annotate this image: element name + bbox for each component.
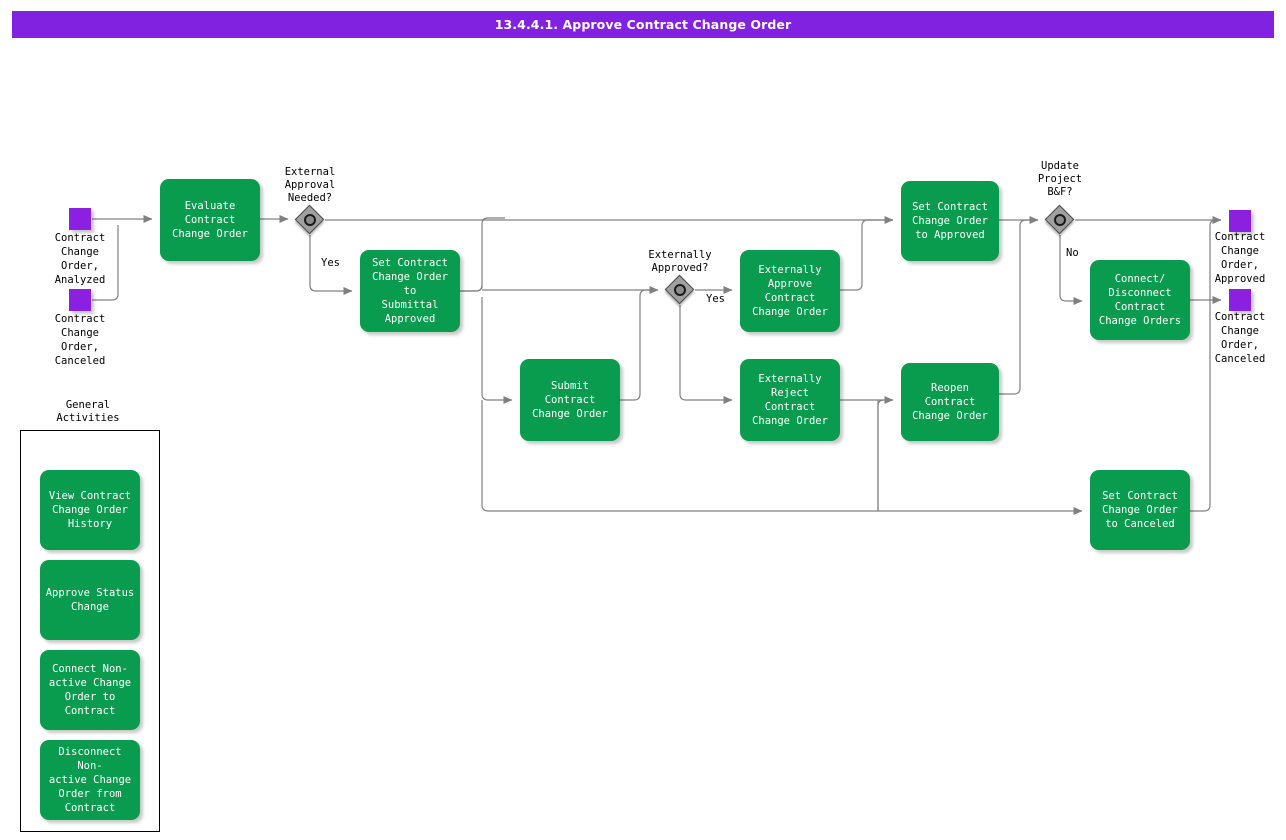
edge-label-no-update-project-bf: No <box>1066 247 1079 259</box>
connector-layer <box>92 215 1222 515</box>
gateway-update-project-bf[interactable] <box>1044 204 1075 235</box>
general-activity-label: Connect Non- active Change Order to Cont… <box>48 663 132 717</box>
page-title: 13.4.4.1. Approve Contract Change Order <box>494 17 792 32</box>
page-title-bar: 13.4.4.1. Approve Contract Change Order <box>12 11 1274 38</box>
general-activities-title: General Activities <box>56 399 120 424</box>
general-activity-disconnect-nonactive-change-order-from-contract[interactable]: Disconnect Non- active Change Order from… <box>40 740 140 820</box>
task-label: Reopen Contract Change Order <box>912 382 988 422</box>
gateway-externally-approved-label: Externally Approved? <box>648 249 712 274</box>
edge-label-yes-externally-approved: Yes <box>706 293 725 305</box>
general-activity-view-contract-change-order-history[interactable]: View Contract Change Order History <box>40 470 140 550</box>
end-event-canceled-label: Contract Change Order, Canceled <box>1214 311 1266 365</box>
general-activity-label: Disconnect Non- active Change Order from… <box>48 746 132 814</box>
task-externally-approve-contract-change-order[interactable]: Externally Approve Contract Change Order <box>740 250 840 332</box>
task-set-contract-change-order-to-approved[interactable]: Set Contract Change Order to Approved <box>901 181 999 261</box>
task-label: Set Contract Change Order to Canceled <box>1102 490 1178 530</box>
start-event-analyzed-label: Contract Change Order, Analyzed <box>54 232 106 286</box>
gateway-event-ring-icon <box>1054 214 1066 226</box>
task-label: Connect/ Disconnect Contract Change Orde… <box>1098 273 1182 327</box>
task-label: Externally Approve Contract Change Order <box>752 264 828 318</box>
task-label: Submit Contract Change Order <box>532 380 608 420</box>
gateway-event-ring-icon <box>304 214 316 226</box>
start-event-contract-change-order-analyzed[interactable] <box>69 208 91 230</box>
task-label: Set Contract Change Order to Submittal A… <box>372 257 448 325</box>
edge-label-yes-external-approval: Yes <box>321 257 340 269</box>
task-submit-contract-change-order[interactable]: Submit Contract Change Order <box>520 359 620 441</box>
task-set-contract-change-order-to-submittal-approved[interactable]: Set Contract Change Order to Submittal A… <box>360 250 460 332</box>
gateway-event-ring-icon <box>674 284 686 296</box>
task-externally-reject-contract-change-order[interactable]: Externally Reject Contract Change Order <box>740 359 840 441</box>
task-set-contract-change-order-to-canceled[interactable]: Set Contract Change Order to Canceled <box>1090 470 1190 550</box>
gateway-external-approval-needed[interactable] <box>294 204 325 235</box>
general-activity-connect-nonactive-change-order-to-contract[interactable]: Connect Non- active Change Order to Cont… <box>40 650 140 730</box>
start-event-canceled-label: Contract Change Order, Canceled <box>54 313 106 367</box>
end-event-approved-label: Contract Change Order, Approved <box>1214 231 1266 285</box>
task-reopen-contract-change-order[interactable]: Reopen Contract Change Order <box>901 363 999 441</box>
task-label: Externally Reject Contract Change Order <box>752 373 828 427</box>
gateway-externally-approved[interactable] <box>664 274 695 305</box>
end-event-contract-change-order-canceled[interactable] <box>1229 289 1251 311</box>
task-connect-disconnect-contract-change-orders[interactable]: Connect/ Disconnect Contract Change Orde… <box>1090 260 1190 340</box>
task-label: Set Contract Change Order to Approved <box>912 201 988 241</box>
gateway-update-project-bf-label: Update Project B&F? <box>1037 160 1083 198</box>
general-activity-label: Approve Status Change <box>45 587 135 613</box>
start-event-contract-change-order-canceled[interactable] <box>69 289 91 311</box>
gateway-external-approval-needed-label: External Approval Needed? <box>284 166 336 204</box>
general-activity-label: View Contract Change Order History <box>48 490 132 530</box>
diagram-canvas: 13.4.4.1. Approve Contract Change Order <box>0 0 1286 840</box>
general-activity-approve-status-change[interactable]: Approve Status Change <box>40 560 140 640</box>
end-event-contract-change-order-approved[interactable] <box>1229 210 1251 232</box>
task-label: Evaluate Contract Change Order <box>172 200 248 240</box>
